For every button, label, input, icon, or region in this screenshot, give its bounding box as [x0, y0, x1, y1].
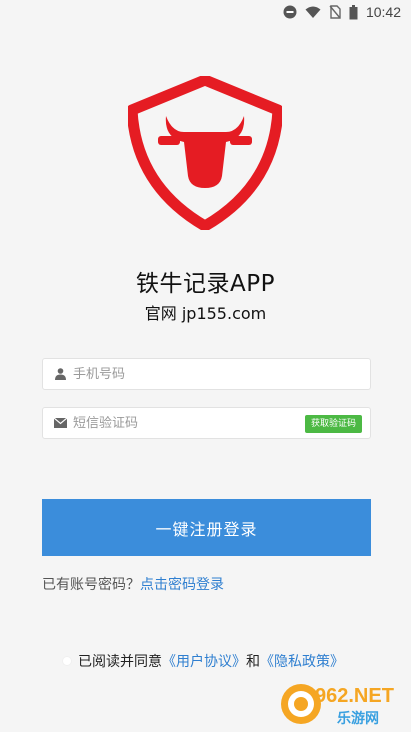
wifi-icon: [305, 6, 321, 19]
agreement-and: 和: [246, 654, 260, 670]
app-title: 铁牛记录APP: [136, 271, 275, 297]
agreement-row: 已阅读并同意 《用户协议》 和 《隐私政策》: [62, 651, 344, 671]
battery-icon: [349, 4, 358, 20]
login-screen: 10:42 铁牛记录APP 官网 jp155.com 获取验证码 一键注册登录 …: [0, 0, 411, 732]
alt-login-row: 已有账号密码？点击密码登录: [42, 574, 224, 594]
do-not-disturb-icon: [283, 5, 297, 19]
watermark-brand: 962.NET: [315, 685, 394, 707]
phone-field[interactable]: [42, 358, 371, 390]
site-url: 官网 jp155.com: [144, 304, 267, 323]
sms-code-field[interactable]: 获取验证码: [42, 407, 371, 439]
password-login-link[interactable]: 点击密码登录: [140, 577, 224, 593]
alt-login-prompt: 已有账号密码？: [42, 577, 140, 593]
user-icon: [53, 367, 67, 381]
watermark-sub: 乐游网: [337, 710, 379, 727]
agree-radio[interactable]: [62, 656, 72, 666]
register-login-button[interactable]: 一键注册登录: [42, 499, 371, 556]
bull-shield-logo: [128, 76, 282, 230]
no-sim-icon: [329, 5, 341, 19]
privacy-policy-link[interactable]: 《隐私政策》: [260, 651, 344, 671]
clock: 10:42: [365, 4, 401, 20]
mail-icon: [53, 416, 67, 430]
agreement-prefix: 已阅读并同意: [78, 654, 162, 670]
watermark-logo: 962.NET 乐游网: [281, 684, 394, 727]
get-code-button[interactable]: 获取验证码: [304, 415, 362, 433]
user-agreement-link[interactable]: 《用户协议》: [162, 651, 246, 671]
status-bar: 10:42: [0, 0, 411, 24]
phone-input[interactable]: [73, 366, 370, 382]
